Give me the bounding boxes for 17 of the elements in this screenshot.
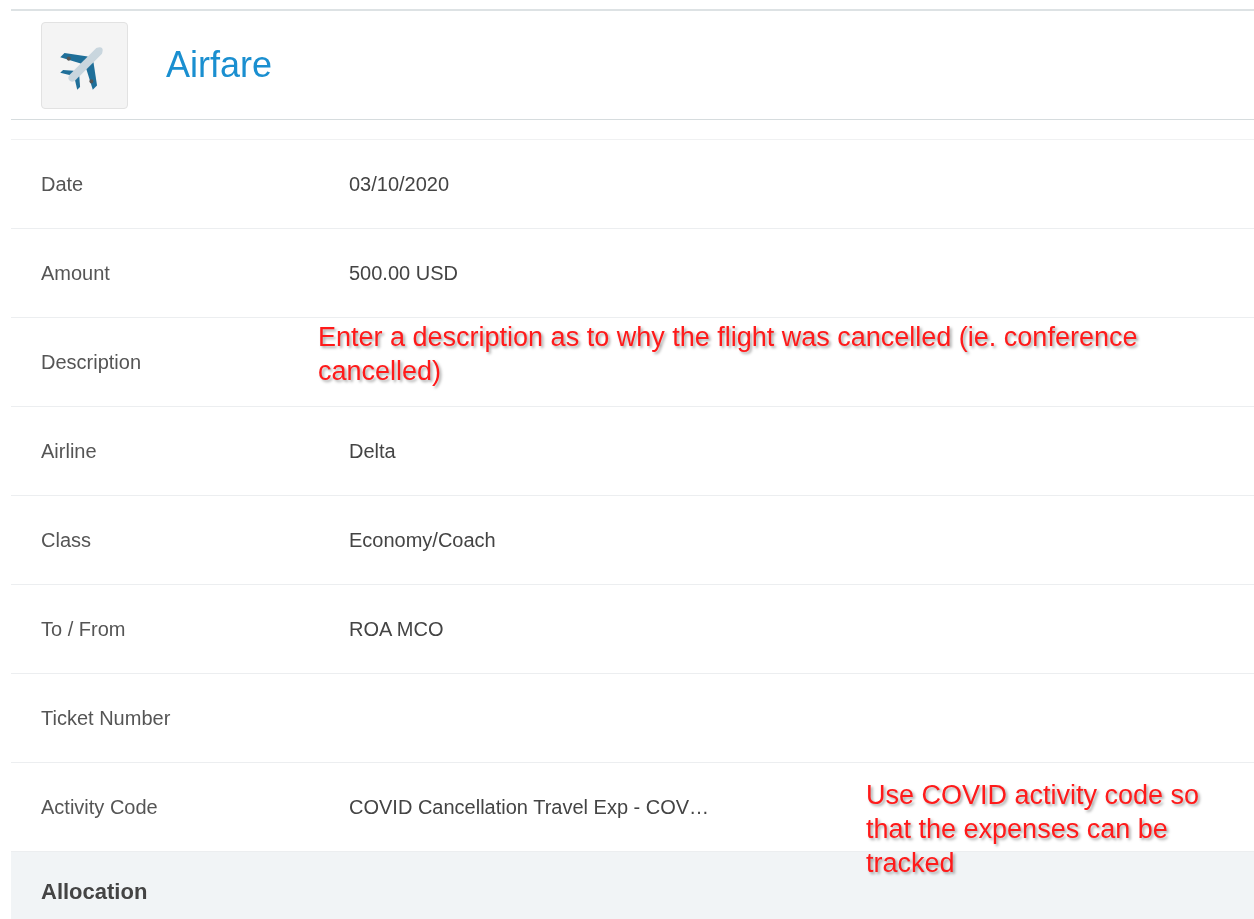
field-value: COVID Cancellation Travel Exp - COV… [349,795,710,819]
field-label: Amount [40,261,111,285]
field-label: To / From [40,617,127,641]
section-title: Allocation [41,879,148,905]
field-value: ROA MCO [349,617,444,641]
field-value: 03/10/2020 [349,172,450,196]
field-label: Activity Code [40,795,159,819]
field-label: Ticket Number [40,706,172,730]
expense-type-title: Airfare [166,44,273,86]
annotation-text: Enter a description as to why the flight was cancelled (ie. conference cancelled) [318,321,1138,388]
field-label: Class [40,528,92,552]
field-value: 500.00 USD [349,261,458,285]
field-value: Delta [349,439,396,463]
field-value: Economy/Coach [349,528,496,552]
annotation-text: Use COVID activity code so that the expenses can be tracked [866,779,1201,880]
field-label: Date [40,172,85,196]
field-label: Airline [40,439,98,463]
